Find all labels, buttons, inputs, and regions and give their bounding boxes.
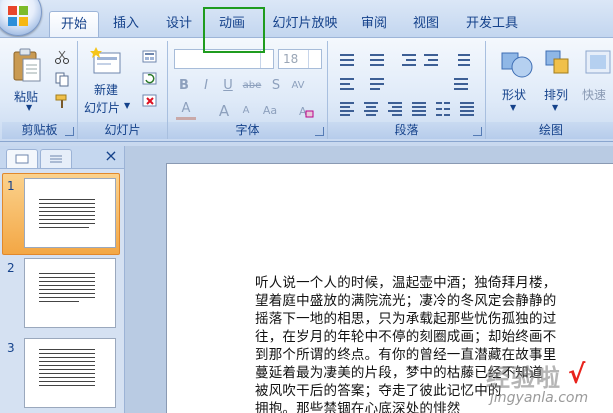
ribbon-tab-row: 开始 插入 设计 动画 幻灯片放映 审阅 视图 开发工具 bbox=[0, 0, 613, 39]
slide-thumbnail-2[interactable] bbox=[24, 258, 116, 328]
slides-tab-icon bbox=[15, 154, 29, 164]
underline-button[interactable]: U bbox=[218, 76, 238, 96]
slide-text-line: 往，在岁月的年轮中不停的刻圈成画；却始终画不 bbox=[255, 329, 557, 345]
strikethrough-button[interactable]: abe bbox=[242, 76, 262, 96]
delete-slide-icon[interactable] bbox=[142, 93, 158, 109]
drawing-group: 形状 ▼ 排列 ▼ 快速 绘图 bbox=[486, 41, 613, 139]
justify-icon[interactable] bbox=[408, 99, 428, 117]
distributed-icon[interactable] bbox=[456, 99, 476, 117]
paragraph-launcher-icon[interactable] bbox=[473, 127, 482, 136]
drawing-group-label: 绘图 bbox=[486, 122, 613, 139]
font-group: 18 B I U abe S AV A A A Aa A 字体 bbox=[168, 41, 328, 139]
ribbon: 粘贴 ▼ 剪贴板 新建 幻灯片 ▼ 幻灯片 18 B I U abe S AV … bbox=[0, 37, 613, 142]
tab-home[interactable]: 开始 bbox=[49, 11, 99, 39]
format-painter-icon[interactable] bbox=[54, 93, 70, 109]
panel-tabs: × bbox=[0, 146, 124, 169]
align-text-icon[interactable] bbox=[366, 74, 386, 92]
slide-text-line: 听人说一个人的时候，温起壶中酒；独倚拜月楼， bbox=[255, 275, 557, 291]
clear-formatting-icon[interactable]: A bbox=[298, 103, 314, 119]
tab-review[interactable]: 审阅 bbox=[352, 11, 396, 37]
office-logo-icon bbox=[8, 6, 28, 26]
grow-font-button[interactable]: A bbox=[214, 101, 234, 121]
bold-button[interactable]: B bbox=[174, 76, 194, 96]
align-left-icon[interactable] bbox=[336, 99, 356, 117]
shrink-font-button[interactable]: A bbox=[236, 101, 256, 121]
font-color-button[interactable]: A bbox=[176, 101, 196, 120]
tab-developer[interactable]: 开发工具 bbox=[458, 11, 526, 37]
new-slide-icon[interactable] bbox=[90, 47, 122, 77]
slide-number-3: 3 bbox=[7, 341, 15, 355]
font-size-value: 18 bbox=[283, 52, 299, 66]
slides-panel: × 1 2 3 bbox=[0, 146, 125, 413]
paste-dropdown-icon[interactable]: ▼ bbox=[26, 103, 32, 112]
shapes-icon[interactable] bbox=[500, 47, 534, 81]
paragraph-group: 段落 bbox=[328, 41, 486, 139]
bullets-icon[interactable] bbox=[336, 50, 356, 68]
slide-number-2: 2 bbox=[7, 261, 15, 275]
text-shadow-button[interactable]: S bbox=[266, 76, 286, 96]
increase-indent-icon[interactable] bbox=[420, 50, 440, 68]
paste-icon[interactable] bbox=[12, 47, 42, 83]
watermark-text: 经验啦 bbox=[486, 364, 561, 392]
slide-thumbnail-3[interactable] bbox=[24, 338, 116, 408]
close-panel-icon[interactable]: × bbox=[102, 147, 120, 165]
watermark-url: jingyanla.com bbox=[490, 390, 589, 406]
shapes-label[interactable]: 形状 bbox=[502, 86, 526, 103]
powerpoint-window: 开始 插入 设计 动画 幻灯片放映 审阅 视图 开发工具 粘贴 ▼ 剪贴板 新建… bbox=[0, 0, 613, 413]
text-direction-icon[interactable] bbox=[336, 74, 356, 92]
new-slide-label-line1[interactable]: 新建 bbox=[94, 81, 118, 98]
slide-thumbnail-1[interactable] bbox=[24, 178, 116, 248]
tab-slides[interactable] bbox=[6, 149, 38, 168]
watermark-check-icon: √ bbox=[568, 360, 586, 390]
tab-outline[interactable] bbox=[40, 149, 72, 168]
columns-icon[interactable] bbox=[432, 99, 452, 117]
font-size-dropdown-icon[interactable] bbox=[308, 50, 321, 68]
new-slide-label-line2[interactable]: 幻灯片 bbox=[84, 99, 120, 116]
cut-icon[interactable] bbox=[54, 49, 70, 65]
character-spacing-button[interactable]: AV bbox=[288, 76, 308, 96]
animations-tab-highlight bbox=[203, 7, 265, 53]
tab-insert[interactable]: 插入 bbox=[104, 11, 148, 37]
paragraph-group-label: 段落 bbox=[328, 122, 485, 139]
reset-slide-icon[interactable] bbox=[142, 71, 158, 87]
numbering-icon[interactable] bbox=[366, 50, 386, 68]
font-size-combo[interactable]: 18 bbox=[278, 49, 322, 69]
outline-tab-icon bbox=[50, 155, 62, 163]
watermark: 经验啦 √ jingyanla.com bbox=[486, 356, 613, 413]
decrease-indent-icon[interactable] bbox=[398, 50, 418, 68]
copy-icon[interactable] bbox=[54, 71, 70, 87]
clipboard-group: 粘贴 ▼ 剪贴板 bbox=[2, 41, 78, 139]
italic-button[interactable]: I bbox=[196, 76, 216, 96]
change-case-button[interactable]: Aa bbox=[260, 101, 280, 121]
clipboard-launcher-icon[interactable] bbox=[65, 127, 74, 136]
smartart-icon[interactable] bbox=[450, 74, 470, 92]
line-spacing-icon[interactable] bbox=[450, 50, 470, 68]
tab-view[interactable]: 视图 bbox=[404, 11, 448, 37]
align-right-icon[interactable] bbox=[384, 99, 404, 117]
new-slide-dropdown-icon[interactable]: ▼ bbox=[124, 101, 130, 110]
font-launcher-icon[interactable] bbox=[315, 127, 324, 136]
slides-group-label: 幻灯片 bbox=[78, 122, 167, 139]
quick-styles-label[interactable]: 快速 bbox=[582, 86, 606, 103]
arrange-label[interactable]: 排列 bbox=[544, 86, 568, 103]
arrange-dropdown-icon[interactable]: ▼ bbox=[552, 103, 558, 112]
layout-icon[interactable] bbox=[142, 49, 158, 65]
slide-text-line: 摇落下一地的相思，只为承载起那些忧伤孤独的过 bbox=[255, 311, 557, 327]
shapes-dropdown-icon[interactable]: ▼ bbox=[510, 103, 516, 112]
slide-number-1: 1 bbox=[7, 179, 15, 193]
font-group-label: 字体 bbox=[168, 122, 327, 139]
slide-text-line: 望着庭中盛放的满院流光；凄冷的冬风定会静静的 bbox=[255, 293, 557, 309]
center-icon[interactable] bbox=[360, 99, 380, 117]
quick-styles-icon[interactable] bbox=[584, 47, 613, 81]
slides-group: 新建 幻灯片 ▼ 幻灯片 bbox=[78, 41, 168, 139]
tab-design[interactable]: 设计 bbox=[157, 11, 201, 37]
arrange-icon[interactable] bbox=[542, 47, 576, 81]
tab-slide-show[interactable]: 幻灯片放映 bbox=[265, 11, 345, 37]
